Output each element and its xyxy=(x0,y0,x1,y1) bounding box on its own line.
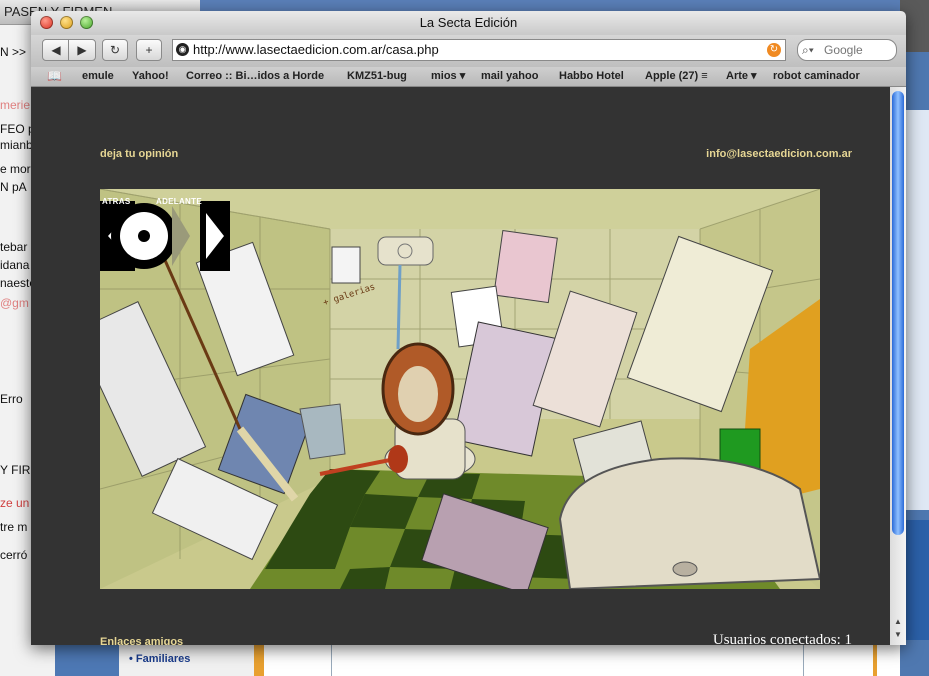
reload-icon: ↻ xyxy=(109,43,121,57)
site-icon: ◉ xyxy=(176,43,189,56)
scroll-thumb[interactable] xyxy=(892,91,904,535)
page-content: deja tu opinión info@lasectaedicion.com.… xyxy=(31,87,890,645)
url-text[interactable]: http://www.lasectaedicion.com.ar/casa.ph… xyxy=(193,40,439,60)
scroll-down-icon[interactable]: ▼ xyxy=(890,630,906,642)
bookmarks-bar: 📖 emule Yahoo! Correo :: Bi…idos a Horde… xyxy=(31,67,906,87)
atras-label[interactable]: ATRAS xyxy=(102,197,130,206)
background-text-line: merie xyxy=(0,98,31,112)
background-text-line: Erro xyxy=(0,392,23,406)
bookmark-yahoo[interactable]: Yahoo! xyxy=(132,67,169,86)
reload-orange-icon[interactable]: ↻ xyxy=(767,43,781,57)
background-text-line: Y FIR xyxy=(0,463,31,477)
bookmark-habbo-hotel[interactable]: Habbo Hotel xyxy=(559,67,624,86)
deja-tu-opinion-link[interactable]: deja tu opinión xyxy=(100,148,178,160)
background-text-line: FEO p xyxy=(0,122,35,136)
usuarios-conectados: Usuarios conectados: 1 xyxy=(712,632,852,645)
reload-button[interactable]: ↻ xyxy=(102,39,128,61)
forward-arrow-icon: ▶ xyxy=(77,43,87,57)
background-text-line: @gm xyxy=(0,296,29,310)
bookmark-mios[interactable]: mios ▾ xyxy=(431,67,465,86)
bookmark-emule[interactable]: emule xyxy=(82,67,114,86)
background-familiares-link[interactable]: • Familiares xyxy=(129,653,190,665)
enlaces-amigos-link[interactable]: Enlaces amigos xyxy=(100,636,183,645)
background-text-line: mianb xyxy=(0,138,33,152)
back-button[interactable]: ◀ xyxy=(42,39,70,61)
window-title: La Secta Edición xyxy=(419,15,518,30)
search-icon[interactable]: ⌕▾ xyxy=(802,42,814,58)
adelante-label[interactable]: ADELANTE xyxy=(156,197,202,206)
background-text-line: idana xyxy=(0,258,30,272)
title-bar[interactable]: La Secta Edición xyxy=(31,11,906,35)
bookmark-correo[interactable]: Correo :: Bi…idos a Horde xyxy=(186,67,324,86)
address-bar[interactable]: ◉ http://www.lasectaedicion.com.ar/casa.… xyxy=(172,39,786,61)
background-text-line: N >> xyxy=(0,45,27,59)
plus-icon: + xyxy=(145,43,153,57)
gallery-navigation xyxy=(100,201,230,271)
email-link[interactable]: info@lasectaedicion.com.ar xyxy=(706,148,852,160)
bathroom-gallery-scene[interactable]: ATRAS ADELANTE + galerias xyxy=(100,189,820,589)
search-box[interactable]: ⌕▾ xyxy=(797,39,897,61)
background-text-line: tre m xyxy=(0,520,28,534)
background-text-line: e mor xyxy=(0,162,31,176)
forward-button[interactable]: ▶ xyxy=(68,39,96,61)
background-text-line: tebar xyxy=(0,240,28,254)
bookmark-apple[interactable]: Apple (27) ≡ xyxy=(645,67,708,86)
scroll-up-icon[interactable]: ▲ xyxy=(890,617,906,629)
background-text-line: N pA xyxy=(0,180,27,194)
bookmark-robot-caminador[interactable]: robot caminador xyxy=(773,67,860,86)
book-icon[interactable]: 📖 xyxy=(47,67,62,86)
vertical-scrollbar[interactable]: ▲ ▼ xyxy=(890,87,906,645)
bookmark-mail-yahoo[interactable]: mail yahoo xyxy=(481,67,538,86)
toolbar: ◀ ▶ ↻ + ◉ http://www.lasectaedicion.com.… xyxy=(31,35,906,67)
back-arrow-icon: ◀ xyxy=(51,43,61,57)
search-input[interactable] xyxy=(824,42,892,58)
add-bookmark-button[interactable]: + xyxy=(136,39,162,61)
browser-window: La Secta Edición ◀ ▶ ↻ + ◉ http://www.la… xyxy=(31,11,906,645)
background-text-line: cerró xyxy=(0,548,28,562)
bookmark-kmz51[interactable]: KMZ51-bug xyxy=(347,67,407,86)
bookmark-arte[interactable]: Arte ▾ xyxy=(726,67,757,86)
